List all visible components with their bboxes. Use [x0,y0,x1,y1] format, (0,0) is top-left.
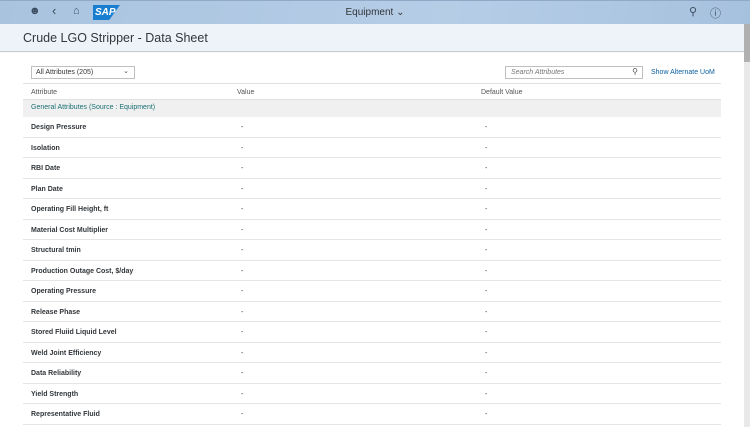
attribute-value: - [241,309,243,316]
attribute-value: - [241,186,243,193]
attribute-value: - [241,391,243,398]
default-value: - [485,411,487,418]
attribute-name: Operating Pressure [31,288,96,295]
attribute-name: RBI Date [31,165,60,172]
search-icon[interactable]: ⚲ [632,67,638,76]
help-icon[interactable]: ⓘ [710,5,721,21]
attribute-value: - [241,268,243,275]
attribute-name: Structural tmin [31,247,81,254]
default-value: - [485,391,487,398]
attribute-filter-select[interactable]: All Attributes (205) ⌄ [31,66,135,79]
table-row[interactable]: Data Reliability - - [23,363,721,384]
attribute-value: - [241,165,243,172]
default-value: - [485,329,487,336]
chevron-down-icon: ⌄ [123,67,129,75]
table-row[interactable]: Weld Joint Efficiency - - [23,343,721,364]
attributes-table: Attribute Value Default Value General At… [23,83,721,425]
default-value: - [485,165,487,172]
column-value: Value [237,89,254,96]
attribute-value: - [241,329,243,336]
attribute-name: Representative Fluid [31,411,100,418]
attribute-name: Operating Fill Height, ft [31,206,108,213]
attribute-value: - [241,350,243,357]
attribute-value: - [241,145,243,152]
table-row[interactable]: Representative Fluid - - [23,404,721,425]
column-default-value: Default Value [481,89,523,96]
attribute-name: Isolation [31,145,60,152]
scrollbar-thumb[interactable] [744,24,750,62]
table-row[interactable]: Yield Strength - - [23,384,721,405]
default-value: - [485,206,487,213]
default-value: - [485,186,487,193]
search-icon[interactable]: ⚲ [689,5,697,18]
default-value: - [485,268,487,275]
page-title: Crude LGO Stripper - Data Sheet [23,31,208,45]
attribute-value: - [241,227,243,234]
table-row[interactable]: Design Pressure - - [23,117,721,138]
table-row[interactable]: RBI Date - - [23,158,721,179]
attribute-value: - [241,247,243,254]
table-row[interactable]: Production Outage Cost, $/day - - [23,261,721,282]
table-row[interactable]: Operating Fill Height, ft - - [23,199,721,220]
default-value: - [485,145,487,152]
app-title: Equipment [346,7,394,18]
attribute-name: Yield Strength [31,391,78,398]
default-value: - [485,350,487,357]
table-row[interactable]: Operating Pressure - - [23,281,721,302]
table-row[interactable]: Material Cost Multiplier - - [23,220,721,241]
chevron-down-icon: ⌄ [396,7,404,18]
attribute-name: Plan Date [31,186,63,193]
table-header: Attribute Value Default Value [23,83,721,100]
scrollbar[interactable] [744,24,750,427]
default-value: - [485,370,487,377]
group-header[interactable]: General Attributes (Source : Equipment) [23,100,721,117]
attribute-value: - [241,370,243,377]
content: All Attributes (205) ⌄ Search Attributes ⚲… [0,53,744,427]
column-attribute: Attribute [31,89,57,96]
default-value: - [485,288,487,295]
search-attributes-input[interactable]: Search Attributes ⚲ [505,66,643,79]
attribute-value: - [241,288,243,295]
attribute-value: - [241,206,243,213]
page-header: Crude LGO Stripper - Data Sheet [0,24,750,52]
default-value: - [485,247,487,254]
table-row[interactable]: Stored Fluiid Liquid Level - - [23,322,721,343]
attribute-name: Weld Joint Efficiency [31,350,101,357]
table-row[interactable]: Release Phase - - [23,302,721,323]
shell-bar: ☻ ‹ ⌂ SAP Equipment ⌄ ⚲ ⓘ [0,0,750,24]
filter-value: All Attributes (205) [36,69,93,76]
attribute-name: Release Phase [31,309,80,316]
attribute-name: Material Cost Multiplier [31,227,108,234]
attribute-name: Stored Fluiid Liquid Level [31,329,117,336]
default-value: - [485,124,487,131]
search-placeholder: Search Attributes [511,69,564,76]
show-alternate-uom-link[interactable]: Show Alternate UoM [651,69,715,76]
table-row[interactable]: Isolation - - [23,138,721,159]
default-value: - [485,309,487,316]
app-title-menu[interactable]: Equipment ⌄ [0,7,750,18]
table-row[interactable]: Plan Date - - [23,179,721,200]
attribute-name: Design Pressure [31,124,86,131]
attribute-value: - [241,124,243,131]
table-row[interactable]: Structural tmin - - [23,240,721,261]
default-value: - [485,227,487,234]
attribute-name: Data Reliability [31,370,81,377]
attribute-value: - [241,411,243,418]
attribute-name: Production Outage Cost, $/day [31,268,133,275]
